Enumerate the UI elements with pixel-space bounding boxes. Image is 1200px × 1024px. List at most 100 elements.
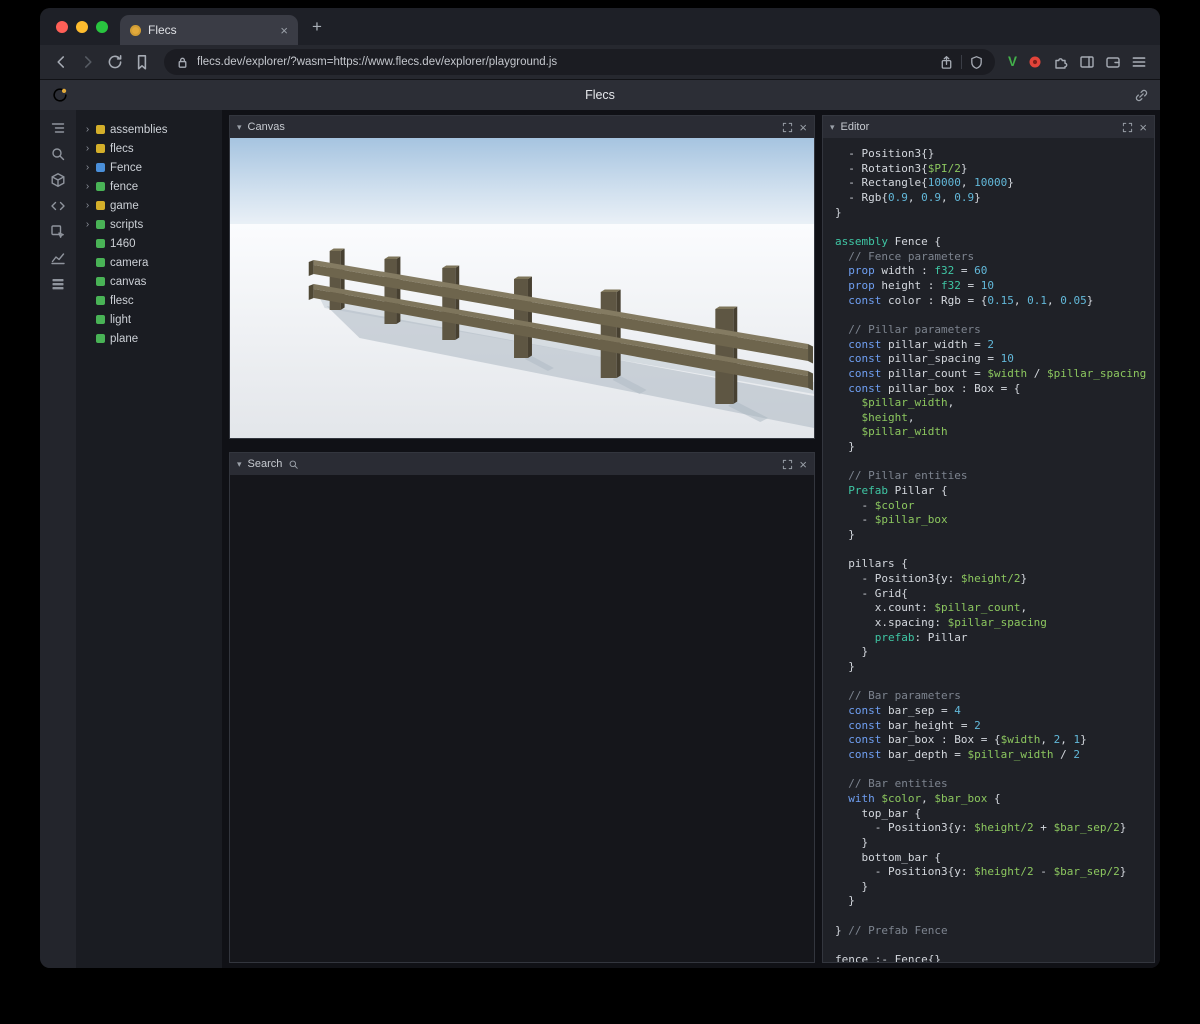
tree-item-canvas[interactable]: canvas xyxy=(84,272,220,291)
code-line: const pillar_width = 2 xyxy=(835,338,1154,353)
entities-box-icon[interactable] xyxy=(50,172,66,188)
search-results-area[interactable] xyxy=(230,475,814,962)
editor-panel: ▾ Editor × - Position3{} - Rotation3{$PI… xyxy=(822,115,1155,963)
code-line: - Position3{} xyxy=(835,147,1154,162)
code-line: const color : Rgb = {0.15, 0.1, 0.05} xyxy=(835,294,1154,309)
canvas-panel: ▾ Canvas × xyxy=(229,115,815,439)
tree-expand-icon[interactable]: › xyxy=(84,124,91,135)
new-tab-button[interactable]: + xyxy=(312,18,322,35)
editor-code[interactable]: - Position3{} - Rotation3{$PI/2} - Recta… xyxy=(823,138,1154,962)
fence-pillar xyxy=(601,290,621,379)
reload-button[interactable] xyxy=(106,53,124,71)
back-button[interactable] xyxy=(52,53,70,71)
chevron-down-icon[interactable]: ▾ xyxy=(237,122,242,133)
entity-label: camera xyxy=(110,257,148,269)
tool-strip xyxy=(40,110,76,968)
code-line xyxy=(835,763,1154,778)
code-line: } xyxy=(835,528,1154,543)
code-line: } xyxy=(835,836,1154,851)
search-panel-header[interactable]: ▾ Search × xyxy=(230,453,814,475)
tree-item-fence[interactable]: ›fence xyxy=(84,177,220,196)
record-extension-icon[interactable] xyxy=(1027,54,1043,70)
address-bar[interactable]: flecs.dev/explorer/?wasm=https://www.fle… xyxy=(164,49,995,75)
code-line: - Position3{y: $height/2 - $bar_sep/2} xyxy=(835,865,1154,880)
tree-expand-icon[interactable]: › xyxy=(84,162,91,173)
code-line xyxy=(835,675,1154,690)
entity-label: Fence xyxy=(110,162,142,174)
fence-pillar xyxy=(442,266,459,341)
minimize-window-button[interactable] xyxy=(76,21,88,33)
entity-color-square xyxy=(96,258,105,267)
code-line: prop height : f32 = 10 xyxy=(835,279,1154,294)
code-line: - Rotation3{$PI/2} xyxy=(835,162,1154,177)
tree-item-flecs[interactable]: ›flecs xyxy=(84,139,220,158)
tables-icon[interactable] xyxy=(50,276,66,292)
editor-panel-header[interactable]: ▾ Editor × xyxy=(823,116,1154,138)
tree-item-scripts[interactable]: ›scripts xyxy=(84,215,220,234)
code-line: assembly Fence { xyxy=(835,235,1154,250)
inspector-icon[interactable] xyxy=(50,224,66,240)
canvas-3d-scene xyxy=(230,138,814,438)
code-line: } xyxy=(835,660,1154,675)
search-icon xyxy=(288,459,299,470)
close-window-button[interactable] xyxy=(56,21,68,33)
tree-item-game[interactable]: ›game xyxy=(84,196,220,215)
expand-icon[interactable] xyxy=(1122,122,1133,133)
v-extension-icon[interactable]: V xyxy=(1008,54,1017,70)
stats-chart-icon[interactable] xyxy=(50,250,66,266)
code-line: prefab: Pillar xyxy=(835,631,1154,646)
chevron-down-icon[interactable]: ▾ xyxy=(237,459,242,470)
query-search-icon[interactable] xyxy=(50,146,66,162)
code-line: } xyxy=(835,894,1154,909)
close-icon[interactable]: × xyxy=(799,121,807,134)
tab-favicon-icon xyxy=(130,25,141,36)
tree-expand-icon[interactable]: › xyxy=(84,219,91,230)
tree-item-plane[interactable]: plane xyxy=(84,329,220,348)
tree-item-assemblies[interactable]: ›assemblies xyxy=(84,120,220,139)
expand-icon[interactable] xyxy=(782,122,793,133)
canvas-panel-header[interactable]: ▾ Canvas × xyxy=(230,116,814,138)
tree-expand-icon[interactable]: › xyxy=(84,143,91,154)
canvas-3d-viewport[interactable] xyxy=(230,138,814,438)
bookmark-icon[interactable] xyxy=(133,53,151,71)
tree-item-1460[interactable]: 1460 xyxy=(84,234,220,253)
forward-button[interactable] xyxy=(79,53,97,71)
main-area: ▾ Canvas × xyxy=(222,110,1160,968)
link-icon[interactable] xyxy=(1134,88,1149,103)
tree-item-camera[interactable]: camera xyxy=(84,253,220,272)
zoom-window-button[interactable] xyxy=(96,21,108,33)
extensions-puzzle-icon[interactable] xyxy=(1053,54,1069,70)
close-icon[interactable]: × xyxy=(1139,121,1147,134)
fence-pillar xyxy=(514,277,532,359)
tree-item-Fence[interactable]: › Fence xyxy=(84,158,220,177)
share-icon[interactable] xyxy=(939,55,954,70)
menu-button[interactable] xyxy=(1130,53,1148,71)
browser-tab-flecs[interactable]: Flecs × xyxy=(120,15,298,45)
tab-close-button[interactable]: × xyxy=(280,24,288,37)
code-line: const pillar_box : Box = { xyxy=(835,382,1154,397)
script-editor-icon[interactable] xyxy=(50,198,66,214)
code-line: - Rgb{0.9, 0.9, 0.9} xyxy=(835,191,1154,206)
entity-tree-icon[interactable] xyxy=(50,120,66,136)
entity-color-square xyxy=(96,296,105,305)
search-panel: ▾ Search × xyxy=(229,452,815,963)
code-line: prop width : f32 = 60 xyxy=(835,264,1154,279)
app-body: ›assemblies›flecs›Fence›fence›game›scrip… xyxy=(40,110,1160,968)
tree-expand-icon[interactable]: › xyxy=(84,181,91,192)
tree-item-flesc[interactable]: flesc xyxy=(84,291,220,310)
code-line xyxy=(835,909,1154,924)
tree-item-light[interactable]: light xyxy=(84,310,220,329)
side-panel-icon[interactable] xyxy=(1079,54,1095,70)
close-icon[interactable]: × xyxy=(799,458,807,471)
tree-expand-icon[interactable]: › xyxy=(84,200,91,211)
shield-icon[interactable] xyxy=(969,55,984,70)
chevron-down-icon[interactable]: ▾ xyxy=(830,122,835,133)
code-line: x.spacing: $pillar_spacing xyxy=(835,616,1154,631)
expand-icon[interactable] xyxy=(782,459,793,470)
code-line xyxy=(835,938,1154,953)
wallet-icon[interactable] xyxy=(1105,54,1121,70)
code-line: - $pillar_box xyxy=(835,513,1154,528)
lock-icon xyxy=(175,55,190,70)
url-text[interactable]: flecs.dev/explorer/?wasm=https://www.fle… xyxy=(197,56,932,68)
entity-color-square xyxy=(96,277,105,286)
